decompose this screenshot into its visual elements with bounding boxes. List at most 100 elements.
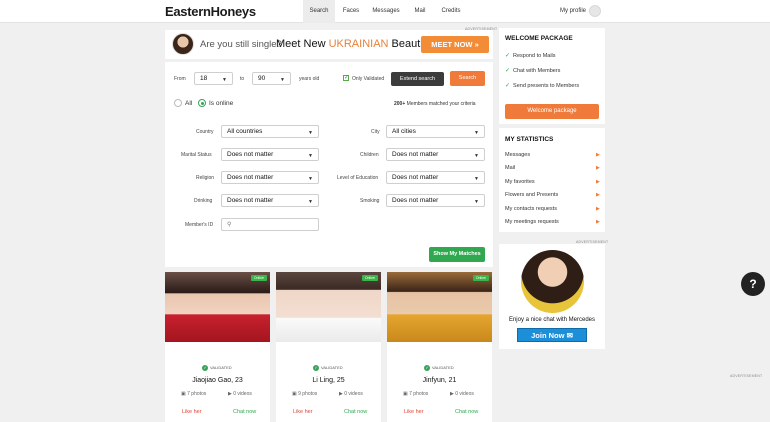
shield-check-icon: ✓: [313, 365, 319, 371]
online-badge: Online: [250, 275, 267, 281]
meet-now-button[interactable]: MEET NOW »: [421, 36, 489, 53]
validated-badge: ✓ VALIDATED: [424, 365, 454, 371]
welcome-package-title: WELCOME PACKAGE: [505, 35, 573, 42]
help-button[interactable]: ?: [741, 272, 765, 296]
welcome-package-button[interactable]: Welcome package: [505, 104, 599, 119]
welcome-item: ✓ Chat with Members: [505, 68, 561, 74]
chevron-right-icon: ▶: [596, 192, 600, 198]
profile-photo[interactable]: [165, 272, 270, 342]
videos-count: ▶ 0 videos: [450, 391, 474, 397]
nav-search[interactable]: Search: [303, 0, 335, 23]
join-now-button[interactable]: Join Now ✉: [517, 328, 587, 342]
videos-count: ▶ 0 videos: [339, 391, 363, 397]
matched-count: 200+ Members matched your criteria: [394, 101, 476, 107]
validated-badge: ✓ VALIDATED: [202, 365, 232, 371]
validated-badge: ✓ VALIDATED: [313, 365, 343, 371]
profile-card[interactable]: Online ✓ VALIDATED Li Ling, 25 ▣ 9 photos…: [276, 272, 381, 422]
smoking-select[interactable]: Does not matter ▼: [386, 194, 485, 207]
chevron-down-icon: ▼: [308, 153, 313, 159]
chevron-down-icon: ▼: [222, 77, 227, 83]
smoking-label: Smoking: [360, 198, 380, 204]
profile-card[interactable]: Online ✓ VALIDATED Jinfyun, 21 ▣ 7 photos…: [387, 272, 492, 422]
member-id-input[interactable]: ⚲: [221, 218, 319, 231]
like-her-button[interactable]: Like her: [293, 409, 313, 415]
ad-label: ADVERTISEMENT: [730, 374, 763, 378]
nav-mail[interactable]: Mail: [408, 0, 432, 23]
banner-headline: Meet New UKRAINIAN Beauties: [276, 38, 435, 50]
stat-messages[interactable]: Messages: [505, 152, 530, 158]
chevron-right-icon: ▶: [596, 152, 600, 158]
religion-label: Religion: [196, 175, 215, 181]
search-icon: ⚲: [227, 222, 232, 228]
my-profile-link[interactable]: My profile: [560, 0, 586, 23]
site-logo[interactable]: EasternHoneys: [165, 4, 256, 19]
city-label: City: [371, 129, 380, 135]
like-her-button[interactable]: Like her: [182, 409, 202, 415]
chevron-down-icon: ▼: [308, 176, 313, 182]
nav-credits[interactable]: Credits: [437, 0, 465, 23]
from-label: From: [174, 76, 186, 82]
children-label: Children: [360, 152, 379, 158]
age-to-select[interactable]: 90 ▼: [252, 72, 291, 85]
marital-status-label: Marital Status: [181, 152, 212, 158]
chat-now-button[interactable]: Chat now: [233, 409, 256, 415]
envelope-icon: ✉: [566, 331, 573, 340]
search-panel: [165, 62, 493, 267]
only-validated-label: Only Validated: [352, 76, 385, 82]
chevron-down-icon: ▼: [308, 199, 313, 205]
banner-photo: [172, 33, 194, 55]
photos-count: ▣ 9 photos: [292, 391, 318, 397]
search-button[interactable]: Search: [450, 71, 485, 86]
chat-now-button[interactable]: Chat now: [344, 409, 367, 415]
years-old-label: years old: [299, 76, 320, 82]
chevron-down-icon: ▼: [474, 176, 479, 182]
profile-name[interactable]: Li Ling, 25: [276, 377, 381, 384]
marital-status-select[interactable]: Does not matter ▼: [221, 148, 319, 161]
drinking-select[interactable]: Does not matter ▼: [221, 194, 319, 207]
stat-favorites[interactable]: My favorites: [505, 179, 535, 185]
video-icon: ▶: [228, 391, 232, 397]
to-label: to: [240, 76, 245, 82]
profile-name[interactable]: Jinfyun, 21: [387, 377, 492, 384]
chevron-down-icon: ▼: [474, 153, 479, 159]
education-label: Level of Education: [337, 175, 379, 181]
chevron-down-icon: ▼: [308, 130, 313, 136]
age-from-select[interactable]: 18 ▼: [194, 72, 233, 85]
video-icon: ▶: [339, 391, 343, 397]
radio-is-online[interactable]: [198, 99, 206, 107]
nav-messages[interactable]: Messages: [368, 0, 404, 23]
children-select[interactable]: Does not matter ▼: [386, 148, 485, 161]
shield-check-icon: ✓: [424, 365, 430, 371]
nav-faces[interactable]: Faces: [337, 0, 365, 23]
profile-photo[interactable]: [276, 272, 381, 342]
country-select[interactable]: All countries ▼: [221, 125, 319, 138]
chevron-right-icon: ▶: [596, 165, 600, 171]
stat-flowers-presents[interactable]: Flowers and Presents: [505, 192, 558, 198]
only-validated-checkbox[interactable]: ✓: [343, 75, 349, 81]
stat-contacts-requests[interactable]: My contacts requests: [505, 206, 557, 212]
chevron-right-icon: ▶: [596, 179, 600, 185]
like-her-button[interactable]: Like her: [404, 409, 424, 415]
avatar[interactable]: [589, 5, 601, 17]
banner-question: Are you still single?: [200, 39, 282, 50]
checkmark-icon: ✓: [505, 53, 511, 59]
show-my-matches-button[interactable]: Show My Matches: [429, 247, 485, 262]
member-id-label: Member's ID: [185, 222, 214, 228]
stat-mail[interactable]: Mail: [505, 165, 515, 171]
education-select[interactable]: Does not matter ▼: [386, 171, 485, 184]
chat-now-button[interactable]: Chat now: [455, 409, 478, 415]
checkmark-icon: ✓: [505, 83, 511, 89]
religion-select[interactable]: Does not matter ▼: [221, 171, 319, 184]
country-label: Country: [196, 129, 214, 135]
stat-meetings-requests[interactable]: My meetings requests: [505, 219, 559, 225]
profile-card[interactable]: Online ✓ VALIDATED Jiaojiao Gao, 23 ▣ 7 p…: [165, 272, 270, 422]
radio-all-label: All: [185, 100, 193, 107]
extend-search-button[interactable]: Extend search: [391, 72, 444, 86]
chevron-right-icon: ▶: [596, 219, 600, 225]
profile-name[interactable]: Jiaojiao Gao, 23: [165, 377, 270, 384]
city-select[interactable]: All cities ▼: [386, 125, 485, 138]
my-statistics-title: MY STATISTICS: [505, 136, 554, 143]
checkmark-icon: ✓: [505, 68, 511, 74]
profile-photo[interactable]: [387, 272, 492, 342]
radio-all[interactable]: [174, 99, 182, 107]
